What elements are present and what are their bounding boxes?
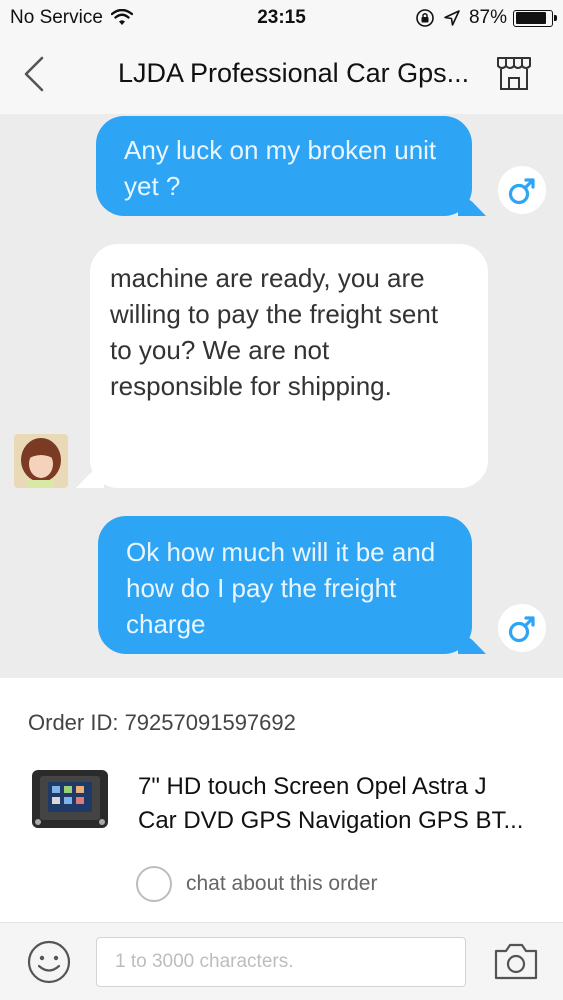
user-avatar[interactable]	[498, 604, 546, 652]
battery-fill	[515, 12, 546, 24]
orientation-lock-icon	[416, 9, 434, 27]
seller-photo	[14, 434, 68, 488]
battery-icon	[513, 9, 557, 27]
chat-about-order-option[interactable]: chat about this order	[136, 866, 377, 902]
message-text: Ok how much will it be and how do I pay …	[126, 537, 436, 639]
order-id: Order ID: 79257091597692	[28, 710, 296, 735]
message-bubble-outgoing[interactable]: Any luck on my broken unit yet ?	[96, 116, 472, 216]
order-card: Order ID: 79257091597692 7" HD touch Scr…	[0, 678, 563, 920]
message-input-bar	[0, 922, 563, 1000]
chat-about-order-label: chat about this order	[186, 872, 378, 895]
message-text: machine are ready, you are willing to pa…	[110, 263, 439, 401]
product-title[interactable]: 7" HD touch Screen Opel Astra J Car DVD …	[138, 770, 538, 838]
status-right: 87%	[415, 7, 557, 29]
message-text: Any luck on my broken unit yet ?	[124, 135, 437, 201]
user-avatar[interactable]	[498, 166, 546, 214]
navigation-bar: LJDA Professional Car Gps...	[0, 36, 563, 114]
male-symbol-icon	[508, 616, 535, 643]
message-bubble-incoming[interactable]: machine are ready, you are willing to pa…	[90, 244, 488, 488]
product-thumbnail[interactable]	[30, 764, 110, 834]
location-arrow-icon	[444, 10, 460, 26]
male-symbol-icon	[508, 178, 535, 205]
back-button[interactable]	[20, 54, 50, 94]
chat-area[interactable]: Any luck on my broken unit yet ? machine…	[0, 114, 563, 678]
radio-button[interactable]	[136, 866, 172, 902]
seller-avatar[interactable]	[14, 434, 68, 488]
status-bar: No Service 23:15 87%	[0, 0, 563, 36]
battery-percent: 87%	[468, 7, 507, 28]
page-title: LJDA Professional Car Gps...	[118, 58, 470, 88]
message-input[interactable]	[96, 937, 466, 987]
message-bubble-outgoing[interactable]: Ok how much will it be and how do I pay …	[98, 516, 472, 654]
smiley-icon[interactable]	[26, 939, 72, 985]
store-icon[interactable]	[495, 54, 533, 92]
camera-icon[interactable]	[493, 941, 539, 981]
